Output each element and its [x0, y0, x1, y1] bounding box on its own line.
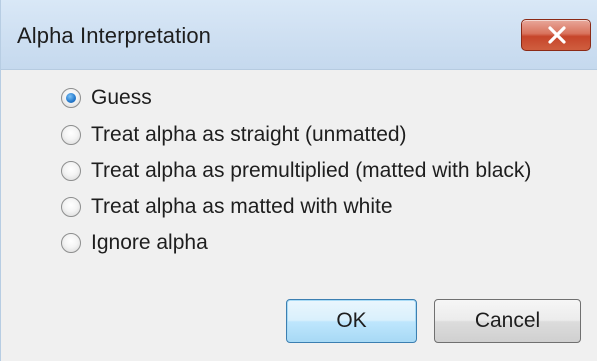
close-icon: [548, 26, 566, 44]
option-label: Treat alpha as straight (unmatted): [91, 123, 407, 146]
option-label: Guess: [91, 86, 152, 109]
option-premultiplied[interactable]: Treat alpha as premultiplied (matted wit…: [61, 154, 531, 188]
radio-button[interactable]: [61, 161, 81, 181]
option-label: Treat alpha as premultiplied (matted wit…: [91, 159, 532, 182]
option-ignore-alpha[interactable]: Ignore alpha: [61, 226, 208, 260]
radio-button-selected[interactable]: [61, 88, 81, 108]
dialog-content: Guess Treat alpha as straight (unmatted)…: [1, 70, 597, 361]
option-label: Treat alpha as matted with white: [91, 195, 393, 218]
option-guess[interactable]: Guess: [61, 81, 152, 115]
alpha-interpretation-dialog: Alpha Interpretation Guess Treat alpha a…: [0, 0, 597, 361]
radio-button[interactable]: [61, 233, 81, 253]
ok-button[interactable]: OK: [286, 299, 417, 343]
option-straight[interactable]: Treat alpha as straight (unmatted): [61, 118, 407, 152]
close-button[interactable]: [521, 19, 591, 51]
radio-button[interactable]: [61, 125, 81, 145]
cancel-button[interactable]: Cancel: [434, 299, 581, 343]
option-label: Ignore alpha: [91, 231, 208, 254]
radio-button[interactable]: [61, 197, 81, 217]
window-title: Alpha Interpretation: [17, 23, 212, 48]
title-bar[interactable]: Alpha Interpretation: [1, 0, 597, 70]
option-matted-white[interactable]: Treat alpha as matted with white: [61, 190, 393, 224]
